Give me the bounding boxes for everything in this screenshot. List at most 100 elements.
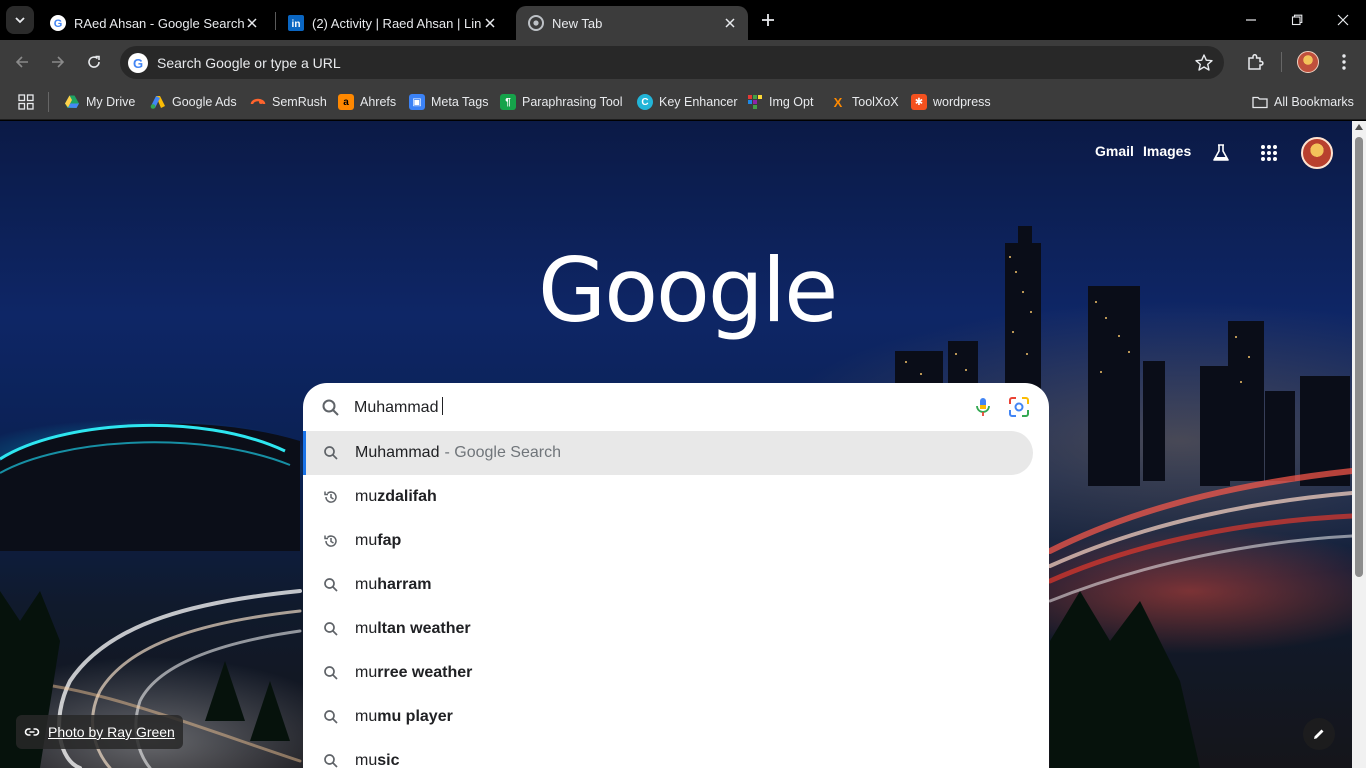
- bookmark-label: Key Enhancer: [659, 95, 738, 109]
- browser-menu-button[interactable]: [1332, 50, 1356, 74]
- close-tab-icon[interactable]: [244, 15, 260, 31]
- reload-button[interactable]: [80, 48, 108, 76]
- search-input-row[interactable]: Muhammad: [303, 383, 1049, 431]
- microphone-icon[interactable]: [971, 395, 995, 419]
- semrush-icon: [250, 98, 266, 105]
- tab-google-search[interactable]: G RAed Ahsan - Google Search: [38, 6, 270, 40]
- history-icon: [324, 491, 337, 503]
- meta-tags-icon: ▣: [409, 94, 425, 110]
- all-bookmarks-button[interactable]: All Bookmarks: [1252, 92, 1354, 112]
- extensions-button[interactable]: [1243, 50, 1267, 74]
- suggestion-item[interactable]: mu sic: [303, 739, 1033, 768]
- profile-button[interactable]: [1296, 50, 1320, 74]
- forward-button[interactable]: [44, 48, 72, 76]
- close-tab-icon[interactable]: [722, 15, 738, 31]
- bookmark-semrush[interactable]: SemRush: [250, 92, 327, 112]
- tab-strip: G RAed Ahsan - Google Search in (2) Acti…: [0, 0, 1366, 40]
- minimize-button[interactable]: [1228, 0, 1274, 40]
- bookmark-img-opt[interactable]: Img Opt: [747, 92, 813, 112]
- chevron-down-icon: [15, 17, 25, 24]
- bookmark-label: wordpress: [933, 95, 991, 109]
- google-g-icon: G: [50, 15, 66, 31]
- search-icon: [324, 446, 338, 460]
- text-caret: [442, 397, 444, 415]
- bookmark-star-icon[interactable]: [1194, 53, 1214, 73]
- toolbar-divider: [1281, 52, 1282, 72]
- bookmarks-bar: My Drive Google Ads SemRush a Ahrefs ▣ M…: [0, 84, 1366, 120]
- svg-text:G: G: [54, 18, 63, 30]
- page-scrollbar[interactable]: [1352, 121, 1366, 768]
- new-tab-page: Gmail Images Google Muhammad Muhammad - …: [0, 121, 1366, 768]
- suggestion-prefix: mu: [355, 752, 378, 768]
- bookmark-my-drive[interactable]: My Drive: [64, 92, 135, 112]
- linkedin-icon: in: [288, 15, 304, 31]
- restore-button[interactable]: [1274, 0, 1320, 40]
- labs-button[interactable]: [1209, 141, 1233, 165]
- close-tab-icon[interactable]: [482, 15, 498, 31]
- chrome-icon: [528, 15, 544, 31]
- kebab-menu-icon: [1342, 54, 1346, 70]
- bookmark-label: Ahrefs: [360, 95, 397, 109]
- suggestion-completion: ltan weather: [377, 620, 471, 637]
- search-icon: [324, 666, 338, 680]
- account-avatar[interactable]: [1301, 137, 1333, 169]
- photo-credit-text: Photo by Ray Green: [48, 724, 175, 740]
- suggestion-prefix: mu: [355, 708, 378, 725]
- arrow-right-icon: [52, 56, 65, 68]
- bookmark-google-ads[interactable]: Google Ads: [150, 92, 237, 112]
- gmail-link[interactable]: Gmail: [1095, 143, 1134, 159]
- tab-new-tab[interactable]: New Tab: [516, 6, 748, 40]
- google-apps-button[interactable]: [1257, 141, 1281, 165]
- bookmark-label: Meta Tags: [431, 95, 489, 109]
- bookmark-meta-tags[interactable]: ▣ Meta Tags: [409, 92, 488, 112]
- scrollbar-thumb[interactable]: [1355, 137, 1363, 577]
- wordpress-icon: ✱: [911, 94, 927, 110]
- bookmark-ahrefs[interactable]: a Ahrefs: [338, 92, 396, 112]
- address-bar[interactable]: G Search Google or type a URL: [120, 46, 1224, 79]
- bookmark-label: Img Opt: [769, 95, 814, 109]
- puzzle-icon: [1248, 53, 1264, 70]
- browser-toolbar: G Search Google or type a URL: [0, 40, 1366, 84]
- link-icon: [24, 728, 40, 736]
- suggestion-item[interactable]: mu fap: [303, 519, 1033, 563]
- paraphrasing-icon: ¶: [500, 94, 516, 110]
- search-icon: [324, 754, 338, 768]
- history-icon: [324, 535, 337, 547]
- bookmark-paraphrasing-tool[interactable]: ¶ Paraphrasing Tool: [500, 92, 623, 112]
- bookmark-label: My Drive: [86, 95, 136, 109]
- apps-grid-icon: [1261, 145, 1277, 161]
- bookmark-toolxox[interactable]: X ToolXoX: [830, 92, 899, 112]
- tab-search-button[interactable]: [6, 6, 34, 34]
- suggestion-item[interactable]: mu harram: [303, 563, 1033, 607]
- suggestion-item[interactable]: Muhammad - Google Search: [303, 431, 1033, 475]
- bookmark-key-enhancer[interactable]: C Key Enhancer: [637, 92, 738, 112]
- tab-title: (2) Activity | Raed Ahsan | LinkedIn: [312, 15, 482, 31]
- new-tab-button[interactable]: [756, 8, 780, 32]
- suggestion-text: Muhammad: [355, 444, 440, 461]
- suggestion-suffix: - Google Search: [444, 444, 561, 461]
- suggestion-completion: mu player: [377, 708, 453, 725]
- back-button[interactable]: [8, 48, 36, 76]
- suggestion-prefix: mu: [355, 532, 378, 549]
- suggestion-item[interactable]: mu zdalifah: [303, 475, 1033, 519]
- bookmark-label: ToolXoX: [852, 95, 899, 109]
- bookmark-label: Google Ads: [172, 95, 237, 109]
- close-window-button[interactable]: [1320, 0, 1366, 40]
- svg-text:in: in: [292, 19, 301, 30]
- svg-text:G: G: [133, 56, 143, 71]
- scroll-up-arrow-icon[interactable]: [1355, 124, 1363, 130]
- customize-button[interactable]: [1303, 718, 1335, 750]
- search-query: Muhammad: [354, 399, 439, 416]
- suggestion-item[interactable]: mu ltan weather: [303, 607, 1033, 651]
- apps-button[interactable]: [18, 92, 34, 112]
- suggestion-item[interactable]: mu rree weather: [303, 651, 1033, 695]
- close-icon: [1337, 14, 1349, 26]
- search-input[interactable]: Muhammad: [354, 397, 444, 417]
- photo-credit-link[interactable]: Photo by Ray Green: [16, 715, 183, 749]
- suggestion-prefix: mu: [355, 620, 378, 637]
- tab-linkedin[interactable]: in (2) Activity | Raed Ahsan | LinkedIn: [276, 6, 508, 40]
- suggestion-item[interactable]: mu mu player: [303, 695, 1033, 739]
- images-link[interactable]: Images: [1143, 143, 1191, 159]
- google-lens-icon[interactable]: [1007, 395, 1031, 419]
- bookmark-wordpress[interactable]: ✱ wordpress: [911, 92, 991, 112]
